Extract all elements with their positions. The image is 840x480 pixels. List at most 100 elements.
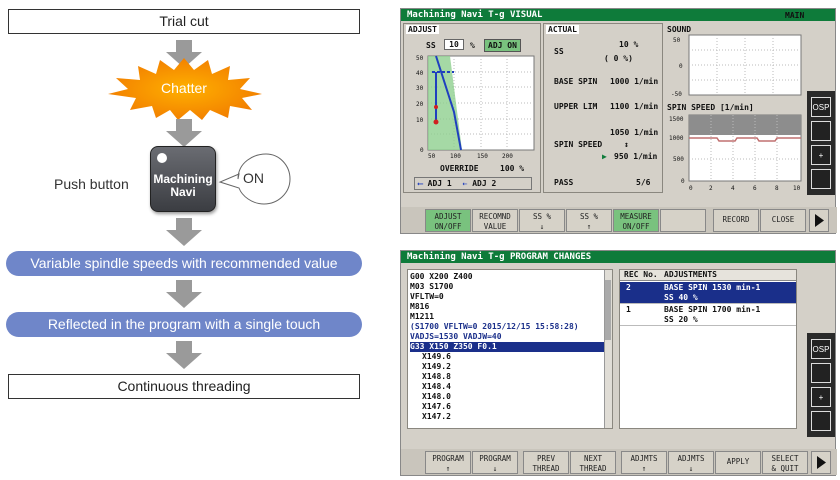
main-label: MAIN <box>785 11 805 20</box>
fkey-prev-thread[interactable]: PREV THREAD <box>523 451 569 474</box>
program-scrollbar[interactable] <box>604 270 612 428</box>
program-line[interactable]: X149.6 <box>410 352 610 362</box>
adjust-chart: 50 40 30 20 10 0 50 100 150 200 <box>416 55 535 160</box>
fkey-label-line: ↑ <box>445 464 451 473</box>
flow-arrow-4 <box>166 280 202 308</box>
fkey-label-line: APPLY <box>726 457 750 466</box>
fkey-label-line: ↑ <box>641 464 647 473</box>
fkey-label-line: THREAD <box>532 464 560 473</box>
push-button-label: Push button <box>54 176 129 192</box>
adjustments-table: REC No. ADJUSTMENTS 2 BASE SPIN 1530 min-… <box>619 269 797 429</box>
fkey-adjust-on-off[interactable]: ADJUST ON/OFF <box>425 209 471 232</box>
spin-speed-label: SPIN SPEED <box>554 140 603 149</box>
program-line[interactable]: VFLTW=0 <box>410 292 610 302</box>
fkey-label-line: ON/OFF <box>434 222 462 231</box>
ss-input[interactable]: 10 <box>444 39 464 50</box>
next-page-icon[interactable] <box>811 451 831 474</box>
fkey-label-line: SS % <box>579 212 599 221</box>
program-line[interactable]: M03 S1700 <box>410 282 610 292</box>
adjust-xtick-3: 200 <box>502 153 513 160</box>
fkey-label-line: ↓ <box>688 464 694 473</box>
fkey-label-line: NEXT <box>583 454 603 463</box>
fkey-label-line: THREAD <box>579 464 607 473</box>
fkey-program-down[interactable]: PROGRAM ↓ <box>472 451 518 474</box>
window-icon[interactable] <box>811 411 831 431</box>
adjust-panel: ADJUST SS 10 % ADJ ON 50 40 30 20 10 0 5… <box>403 23 541 193</box>
osp-icon[interactable]: OSP <box>811 97 831 117</box>
fkey-next-thread[interactable]: NEXT THREAD <box>570 451 616 474</box>
spin-ytick-3: 0 <box>681 178 685 185</box>
fkey-label-line: VALUE <box>483 222 507 231</box>
plus-icon[interactable]: + <box>811 145 831 165</box>
program-fkey-bar: PROGRAM ↑ PROGRAM ↓ PREV THREAD NEXT THREAD … <box>401 449 837 475</box>
program-listing[interactable]: G00 X200 Z400 M03 S1700 VFLTW=0 M816 M1211 (S… <box>407 269 613 429</box>
adjustment-row[interactable]: 1 BASE SPIN 1700 min-1 SS 20 % <box>620 304 796 326</box>
adjust-label: ADJUST <box>406 25 439 34</box>
sound-chart: 50 0 -50 <box>671 34 802 98</box>
machining-navi-button[interactable]: Machining Navi <box>150 146 216 212</box>
adj1-button[interactable]: ADJ 1 <box>428 179 452 188</box>
window-icon[interactable] <box>811 169 831 189</box>
actual-ss-value: 10 % <box>619 40 639 49</box>
program-line[interactable]: X148.4 <box>410 382 610 392</box>
program-line[interactable]: X147.6 <box>410 402 610 412</box>
actual-ss-label: SS <box>554 47 564 56</box>
fkey-label-line: PROGRAM <box>432 454 464 463</box>
upper-lim-label: UPPER LIM <box>554 102 598 111</box>
actual-panel: ACTUAL SS 10 % ( 0 %) BASE SPIN 1000 1/m… <box>543 23 663 193</box>
fkey-program-up[interactable]: PROGRAM ↑ <box>425 451 471 474</box>
program-scroll-thumb[interactable] <box>605 280 611 340</box>
adj-on-badge[interactable]: ADJ ON <box>484 39 521 52</box>
ss-unit: % <box>470 41 475 50</box>
fkey-select-quit[interactable]: SELECT & QUIT <box>762 451 808 474</box>
adj1-arrow-icon: ⟵ <box>418 179 423 188</box>
fkey-label-line: ON/OFF <box>622 222 650 231</box>
fkey-ss-down[interactable]: SS % ↓ <box>519 209 565 232</box>
tool-icon[interactable] <box>811 363 831 383</box>
program-line[interactable]: (S1700 VFLTW=0 2015/12/15 15:58:28) <box>410 322 610 332</box>
tool-icon[interactable] <box>811 121 831 141</box>
spin-xtick-2: 4 <box>731 185 735 192</box>
fkey-ss-up[interactable]: SS % ↑ <box>566 209 612 232</box>
adjustments-header-label: ADJUSTMENTS <box>664 270 717 279</box>
program-line[interactable]: X147.2 <box>410 412 610 422</box>
program-line[interactable]: G33 X150 Z350 F0.1 <box>410 342 610 352</box>
fkey-measure-on-off[interactable]: MEASURE ON/OFF <box>613 209 659 232</box>
fkey-blank[interactable] <box>660 209 706 232</box>
flow-arrow-3 <box>166 218 202 246</box>
visual-fkey-bar: ADJUST ON/OFF RECOMND VALUE SS % ↓ SS % ↑ ME… <box>401 207 837 233</box>
fkey-close[interactable]: CLOSE <box>760 209 806 232</box>
adjust-xtick-1: 100 <box>450 153 461 160</box>
spin-xtick-3: 6 <box>753 185 757 192</box>
adjust-xtick-2: 150 <box>477 153 488 160</box>
flow-variable-spindle: Variable spindle speeds with recommended… <box>6 251 362 276</box>
spin-speed-top: 1050 1/min <box>610 128 659 137</box>
sound-ytick-2: -50 <box>671 91 682 98</box>
program-line[interactable]: X149.2 <box>410 362 610 372</box>
osp-icon[interactable]: OSP <box>811 339 831 359</box>
program-line[interactable]: X148.0 <box>410 392 610 402</box>
plus-icon[interactable]: + <box>811 387 831 407</box>
fkey-adjmts-down[interactable]: ADJMTS ↓ <box>668 451 714 474</box>
fkey-label-line: SS % <box>532 212 552 221</box>
program-line[interactable]: VADJS=1530 VADJW=40 <box>410 332 610 342</box>
adjust-ytick-0: 50 <box>416 55 424 62</box>
fkey-apply[interactable]: APPLY <box>715 451 761 474</box>
fkey-adjmts-up[interactable]: ADJMTS ↑ <box>621 451 667 474</box>
program-line[interactable]: X148.8 <box>410 372 610 382</box>
machining-navi-label-2: Navi <box>170 185 196 199</box>
fkey-label-line: RECOMND <box>479 212 511 221</box>
next-page-icon[interactable] <box>809 209 829 232</box>
fkey-label-line: CLOSE <box>771 215 795 224</box>
program-line[interactable]: M816 <box>410 302 610 312</box>
adjustment-row[interactable]: 2 BASE SPIN 1530 min-1 SS 40 % <box>620 282 796 304</box>
rec-no: 1 <box>626 305 631 314</box>
spin-ytick-1: 1000 <box>669 135 684 142</box>
program-line[interactable]: M1211 <box>410 312 610 322</box>
fkey-recommend-value[interactable]: RECOMND VALUE <box>472 209 518 232</box>
actual-ss-delta: ( 0 %) <box>604 54 633 63</box>
adjust-ytick-4: 10 <box>416 117 424 124</box>
program-line[interactable]: G00 X200 Z400 <box>410 272 610 282</box>
adj2-button[interactable]: ADJ 2 <box>472 179 496 188</box>
fkey-record[interactable]: RECORD <box>713 209 759 232</box>
